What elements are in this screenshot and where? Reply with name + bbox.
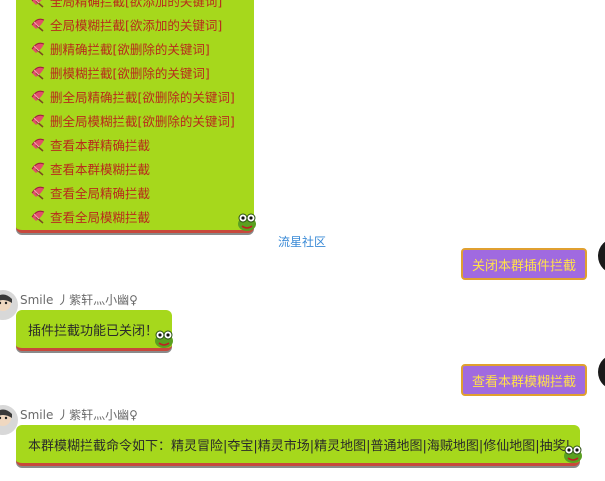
umbrella-icon	[31, 18, 45, 32]
umbrella-icon	[31, 138, 45, 152]
community-link[interactable]: 流星社区	[278, 233, 326, 250]
command-list-item: 查看全局模糊拦截	[30, 206, 150, 226]
command-list-item: 删全局精确拦截[欲删除的关键词]	[30, 86, 235, 106]
command-text: 删模糊拦截[欲删除的关键词]	[50, 65, 210, 81]
command-text: 全局模糊拦截[欲添加的关键词]	[50, 17, 223, 33]
command-text: 查看本群模糊拦截	[50, 161, 151, 177]
command-text: 删全局模糊拦截[欲删除的关键词]	[50, 113, 235, 129]
command-list-item: 删模糊拦截[欲删除的关键词]	[30, 62, 210, 82]
incoming-message-text: 本群模糊拦截命令如下：精灵冒险|夺宝|精灵市场|精灵地图|普通地图|海贼地图|修…	[28, 439, 571, 454]
command-list-item: 删精确拦截[欲删除的关键词]	[30, 38, 210, 58]
incoming-message-bubble: 插件拦截功能已关闭！	[16, 310, 172, 351]
command-list-item: 全局模糊拦截[欲添加的关键词]	[30, 14, 222, 34]
outgoing-message-bubble: 查看本群模糊拦截	[461, 364, 587, 396]
avatar[interactable]	[598, 354, 605, 390]
incoming-message-text: 插件拦截功能已关闭！	[28, 324, 159, 339]
frog-icon	[237, 213, 257, 232]
umbrella-icon	[31, 66, 45, 80]
umbrella-icon	[31, 186, 45, 200]
command-text: 全局精确拦截[欲添加的关键词]	[50, 0, 223, 9]
umbrella-icon	[31, 114, 45, 128]
outgoing-message-text: 关闭本群插件拦截	[471, 258, 576, 274]
umbrella-icon	[31, 0, 45, 8]
command-list-item: 查看本群精确拦截	[30, 134, 150, 154]
outgoing-message-bubble: 关闭本群插件拦截	[461, 248, 587, 280]
incoming-message-bubble: 本群模糊拦截命令如下：精灵冒险|夺宝|精灵市场|精灵地图|普通地图|海贼地图|修…	[16, 425, 580, 466]
command-list-item: 全局精确拦截[欲添加的关键词]	[30, 0, 222, 10]
command-text: 查看全局模糊拦截	[50, 209, 151, 225]
avatar[interactable]	[598, 238, 605, 274]
umbrella-icon	[31, 90, 45, 104]
command-list-item: 删全局模糊拦截[欲删除的关键词]	[30, 110, 235, 130]
sender-name: Smile 丿紫轩灬小幽♀	[20, 293, 138, 307]
umbrella-icon	[31, 210, 45, 224]
command-list-bubble: 全局精确拦截[欲添加的关键词] 全局模糊拦截[欲添加的关键词] 删精确拦截[欲删除的…	[16, 0, 254, 233]
umbrella-icon	[31, 42, 45, 56]
outgoing-message-text: 查看本群模糊拦截	[471, 374, 576, 390]
command-text: 查看全局精确拦截	[50, 185, 151, 201]
command-text: 查看本群精确拦截	[50, 137, 151, 153]
umbrella-icon	[31, 162, 45, 176]
command-list-item: 查看全局精确拦截	[30, 182, 150, 202]
frog-icon	[154, 330, 174, 349]
sender-name: Smile 丿紫轩灬小幽♀	[20, 408, 138, 422]
command-text: 删全局精确拦截[欲删除的关键词]	[50, 89, 235, 105]
command-list-item: 查看本群模糊拦截	[30, 158, 150, 178]
command-text: 删精确拦截[欲删除的关键词]	[50, 41, 210, 57]
frog-icon	[563, 445, 583, 464]
